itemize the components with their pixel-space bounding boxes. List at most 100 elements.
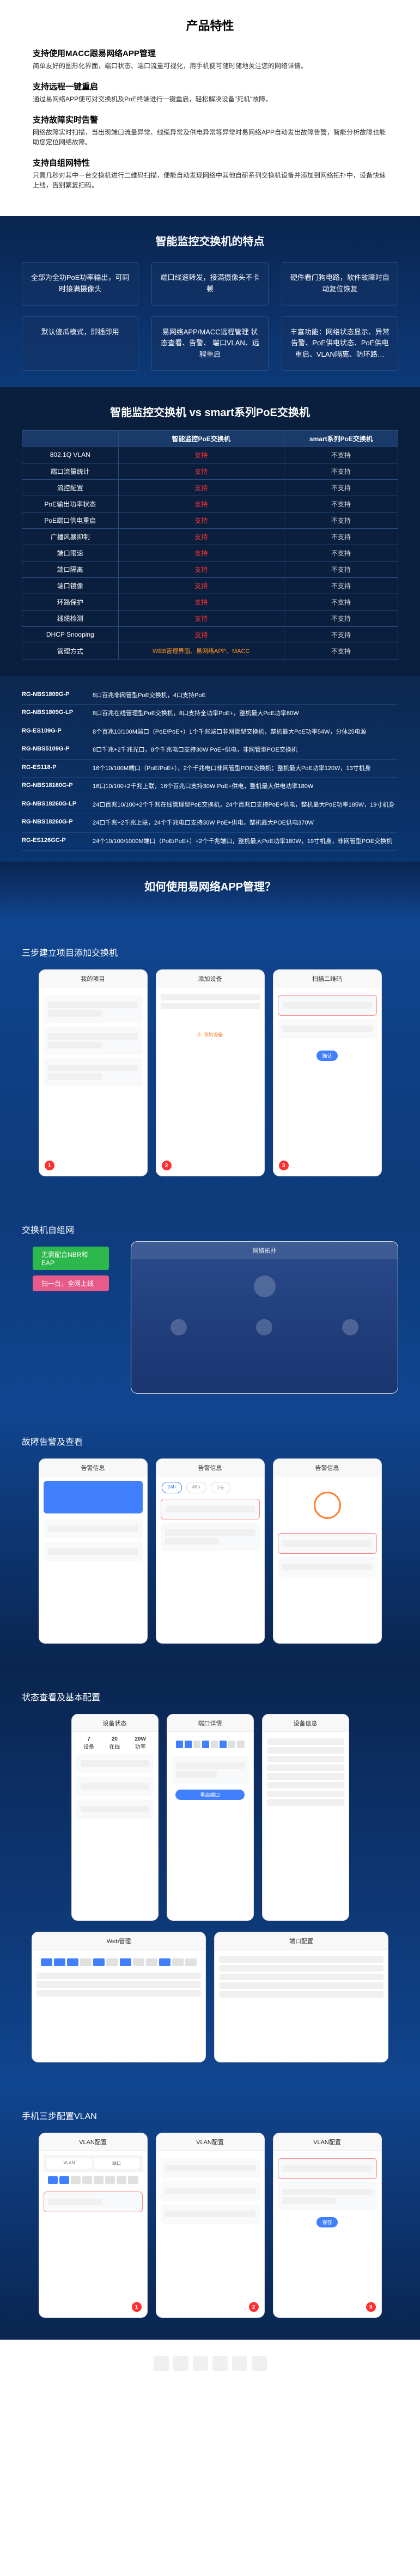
phone-screenshot: VLAN配置 2	[156, 2133, 265, 2318]
feature-box: 易网络APP/MACC远程管理 状态查看、告警、 端口VLAN、远程重启	[151, 316, 268, 371]
table-cell: 支持	[118, 512, 284, 528]
confirm-button[interactable]: 确认	[316, 1051, 337, 1061]
feature-title: 支持远程一键重启	[33, 81, 387, 92]
footer-icon	[212, 2356, 228, 2371]
table-cell: 端口镜像	[22, 577, 119, 594]
spec-row: RG-NBS18260G-LP 24口百兆10/100+2个千兆在线管理型PoE…	[22, 796, 398, 815]
spec-model: RG-ES118-P	[22, 764, 93, 773]
product-features-title: 产品特性	[33, 16, 387, 34]
table-cell: 不支持	[284, 577, 398, 594]
howto-title: 如何使用易网络APP管理？	[11, 878, 409, 894]
feature-box: 丰富功能：网络状态显示、异常告警、PoE供电状态、PoE供电重启、VLAN隔离、…	[282, 316, 398, 371]
table-cell: 不支持	[284, 447, 398, 463]
table-cell: 线缆检测	[22, 610, 119, 626]
table-cell: PoE输出功率状态	[22, 496, 119, 512]
phone-screenshot: 端口详情 重启端口	[167, 1714, 254, 1921]
comparison-table: 智能监控PoE交换机 smart系列PoE交换机 802.1Q VLAN 支持 …	[22, 430, 398, 660]
table-cell: 不支持	[284, 479, 398, 496]
table-cell: 广播风暴抑制	[22, 528, 119, 545]
spec-row: RG-NBS5109G-P 8口千兆+2千兆光口，8个千兆电口支持30W PoE…	[22, 741, 398, 760]
table-cell: 支持	[118, 496, 284, 512]
footer-icon	[232, 2356, 247, 2371]
feature-desc: 通过易网络APP便可对交换机及PoE终端进行一键重启，轻松解决设备"死机"故障。	[33, 94, 387, 104]
spec-model: RG-NBS18160G-P	[22, 782, 93, 791]
screen-header: 我的项目	[39, 970, 147, 987]
footer-icon	[252, 2356, 267, 2371]
table-cell: 不支持	[284, 528, 398, 545]
spec-row: RG-NBS1809G-P 8口百兆非网管型PoE交换机，4口支持PoE	[22, 687, 398, 705]
table-cell: 不支持	[284, 545, 398, 561]
table-cell: 支持	[118, 577, 284, 594]
step-number: 2	[249, 2302, 259, 2312]
table-cell: 支持	[118, 528, 284, 545]
table-header: 智能监控PoE交换机	[118, 430, 284, 447]
table-cell: PoE端口供电重启	[22, 512, 119, 528]
table-cell: 支持	[118, 594, 284, 610]
table-header: smart系列PoE交换机	[284, 430, 398, 447]
table-cell: 支持	[118, 626, 284, 643]
phone-screenshot: 扫描二维码 确认 3	[273, 969, 382, 1176]
table-cell: 不支持	[284, 512, 398, 528]
table-cell: 环路保护	[22, 594, 119, 610]
feature-desc: 简单友好的图形化界面，端口状态、端口流量可视化，用手机便可随时随地关注您的网络详…	[33, 61, 387, 71]
spec-desc: 8口百兆非网管型PoE交换机，4口支持PoE	[93, 691, 398, 700]
save-button[interactable]: 保存	[316, 2217, 337, 2227]
footer-icon	[154, 2356, 169, 2371]
action-button[interactable]: 重启端口	[175, 1790, 245, 1800]
table-cell: 流控配置	[22, 479, 119, 496]
step4-title: 状态查看及基本配置	[22, 1690, 409, 1703]
feature-box: 端口线速转发，接满摄像头不卡顿	[151, 262, 268, 306]
spec-row: RG-ES109G-P 8个百兆10/100M端口（PoE/PoE+）1个千兆端…	[22, 723, 398, 742]
web-screenshot: Web管理	[32, 1932, 206, 2062]
step3-title: 故障告警及查看	[22, 1434, 409, 1448]
feature-desc: 网络故障实时扫描，当出现端口流量异常、线缆异常及供电异常等异常时易网络APP自动…	[33, 127, 387, 147]
spec-model: RG-ES109G-P	[22, 728, 93, 737]
screen-header: 设备状态	[72, 1714, 158, 1732]
table-cell: 不支持	[284, 496, 398, 512]
table-cell: DHCP Snooping	[22, 626, 119, 643]
screen-header: 告警信息	[273, 1459, 381, 1476]
phone-screenshot: VLAN配置 保存 3	[273, 2133, 382, 2318]
spec-desc: 8口百兆在线管理型PoE交换机，8口支持全功率PoE+，整机最大PoE功率60W	[93, 709, 398, 718]
spec-model: RG-NBS1809G-LP	[22, 709, 93, 718]
table-cell: 支持	[118, 447, 284, 463]
spec-desc: 8个百兆10/100M端口（PoE/PoE+）1个千兆端口非网管型交换机，整机最…	[93, 728, 398, 737]
step5-title: 手机三步配置VLAN	[22, 2109, 409, 2122]
feature-box: 硬件看门狗电路，软件故障时自动复位恢复	[282, 262, 398, 306]
footer	[0, 2340, 420, 2388]
table-header	[22, 430, 119, 447]
phone-screenshot: 设备状态 7设备20在线20W功率	[71, 1714, 159, 1921]
phone-screenshot: 告警信息 24h 48h 7天	[156, 1458, 265, 1644]
step-number: 3	[279, 1161, 289, 1170]
feature-title: 支持故障实时告警	[33, 114, 387, 125]
feature-title: 支持自组网特性	[33, 157, 387, 168]
screen-header: 添加设备	[156, 970, 264, 987]
screen-header: VLAN配置	[156, 2133, 264, 2151]
feature-box: 全部为全功PoE功率输出，可同时接满摄像头	[22, 262, 138, 306]
table-cell: 端口隔离	[22, 561, 119, 577]
screen-header: VLAN配置	[39, 2133, 147, 2151]
table-cell: 802.1Q VLAN	[22, 447, 119, 463]
spec-row: RG-ES126GC-P 24个10/100/1000M端口（PoE/PoE+）…	[22, 833, 398, 851]
table-cell: 不支持	[284, 463, 398, 479]
table-cell: 支持	[118, 479, 284, 496]
spec-model: RG-ES126GC-P	[22, 837, 93, 846]
table-cell: 支持	[118, 610, 284, 626]
phone-screenshot: 网络拓扑	[131, 1241, 398, 1394]
smart-features-title: 智能监控交换机的特点	[22, 233, 398, 248]
footer-icon	[173, 2356, 188, 2371]
screen-header: VLAN配置	[273, 2133, 381, 2151]
table-cell: 管理方式	[22, 643, 119, 659]
feature-title: 支持使用MACC跟易网络APP管理	[33, 47, 387, 59]
step-number: 1	[45, 1161, 54, 1170]
spec-desc: 16口10/100+2千兆上联，16个百兆口支持30W PoE+供电，整机最大供…	[93, 782, 398, 791]
screen-header: 网络拓扑	[131, 1242, 398, 1259]
table-cell: 支持	[118, 545, 284, 561]
step-number: 3	[366, 2302, 376, 2312]
step-number: 1	[132, 2302, 142, 2312]
table-cell: WEB管理界面、易网络APP、MACC	[118, 643, 284, 659]
phone-screenshot: 设备信息	[262, 1714, 349, 1921]
spec-desc: 8口千兆+2千兆光口，8个千兆电口支持30W PoE+供电，非网管型POE交换机	[93, 746, 398, 755]
table-cell: 不支持	[284, 626, 398, 643]
phone-screenshot: 添加设备 ⚠ 添加设备 2	[156, 969, 265, 1176]
